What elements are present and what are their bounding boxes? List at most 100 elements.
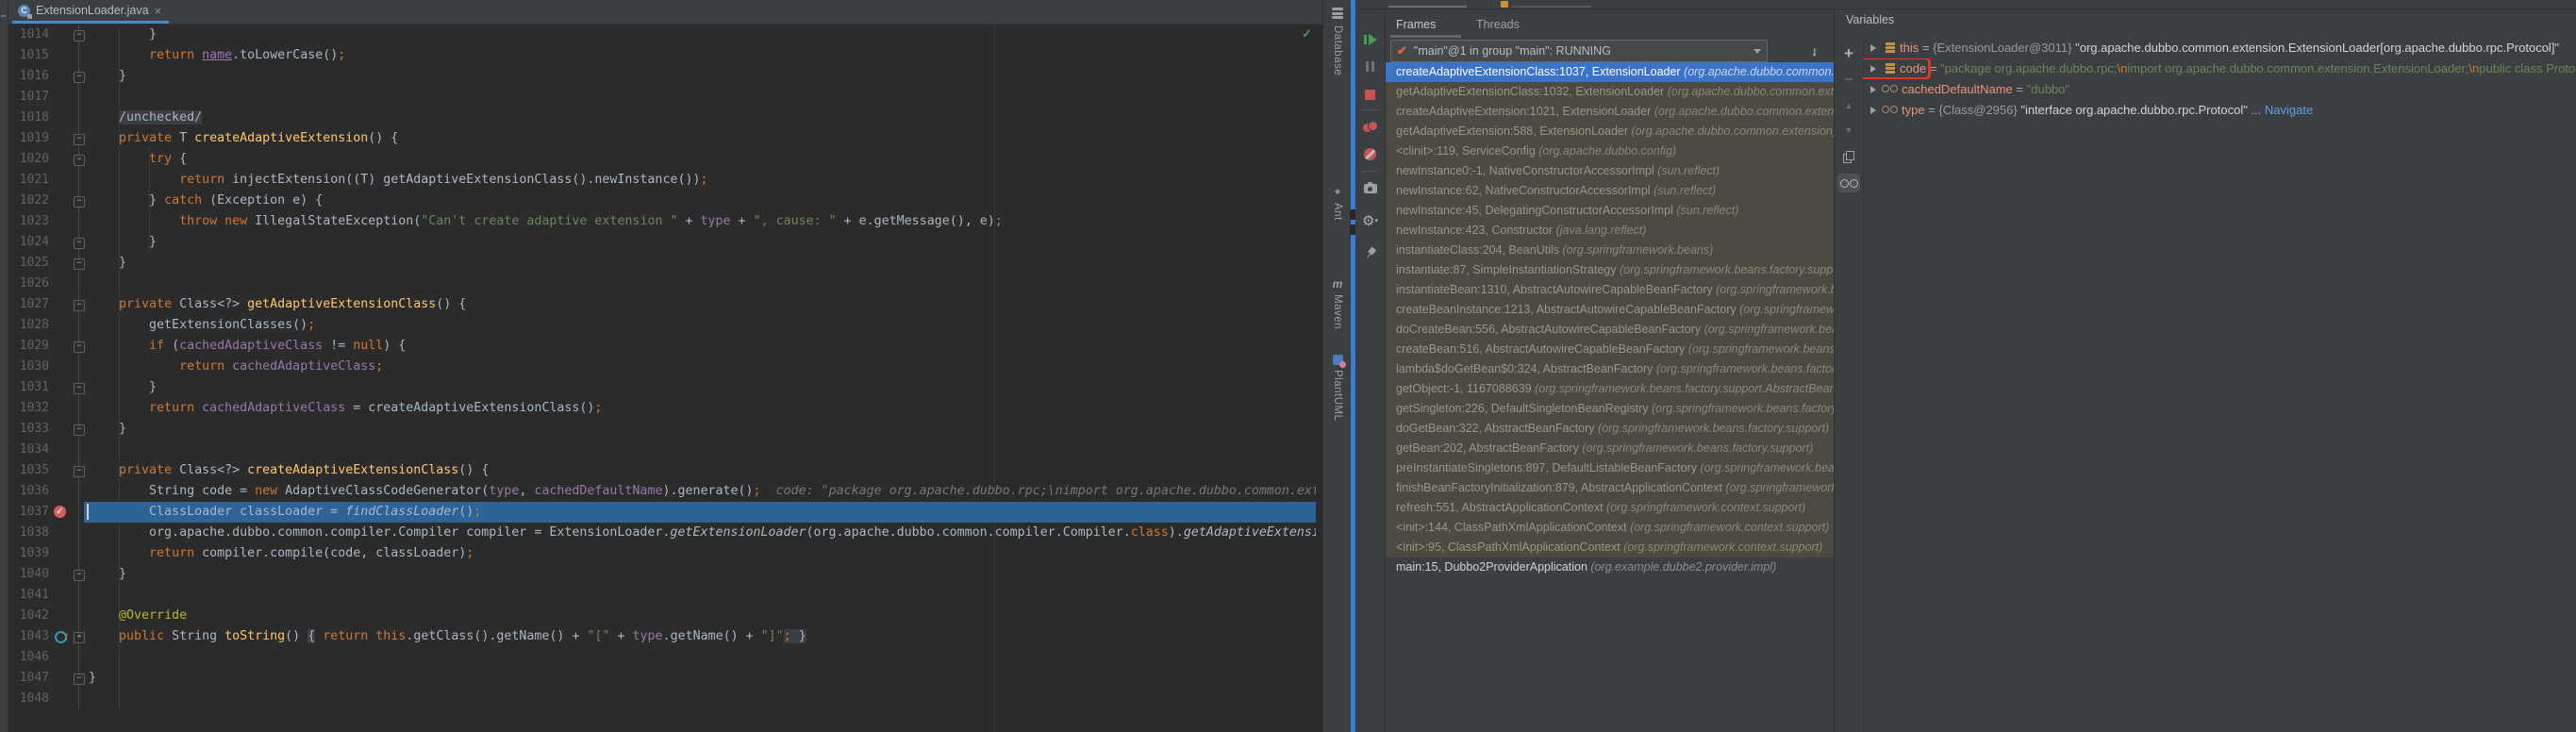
code-line[interactable]: org.apache.dubbo.common.compiler.Compile… — [89, 523, 1316, 543]
line-number[interactable]: 1043 — [8, 626, 49, 647]
fold-collapse-icon[interactable]: − — [74, 134, 85, 145]
line-number[interactable]: 1031 — [8, 377, 49, 398]
code-line[interactable]: private T createAdaptiveExtension() { — [89, 128, 398, 149]
line-number[interactable]: 1026 — [8, 274, 49, 294]
line-number[interactable]: 1017 — [8, 87, 49, 108]
pin-button[interactable] — [1355, 241, 1385, 264]
code-line[interactable]: throw new IllegalStateException("Can't c… — [89, 211, 1003, 232]
stack-frame-row[interactable]: <init>:144, ClassPathXmlApplicationConte… — [1386, 518, 1834, 538]
line-number[interactable]: 1041 — [8, 585, 49, 606]
line-number[interactable]: 1035 — [8, 460, 49, 481]
code-line[interactable]: return name.toLowerCase(); — [89, 45, 345, 66]
variable-row[interactable]: this = {ExtensionLoader@3011} "org.apach… — [1863, 38, 2576, 58]
code-line[interactable]: private Class<?> createAdaptiveExtension… — [89, 460, 489, 481]
fold-collapse-icon[interactable]: − — [74, 466, 85, 477]
expand-arrow-icon[interactable] — [1870, 86, 1876, 93]
line-number[interactable]: 1048 — [8, 689, 49, 709]
line-number[interactable]: 1025 — [8, 253, 49, 274]
fold-collapse-icon[interactable]: − — [74, 341, 85, 353]
line-number[interactable]: 1014 — [8, 25, 49, 45]
line-number[interactable]: 1024 — [8, 232, 49, 253]
code-line[interactable]: @Override — [89, 606, 187, 626]
stack-frame-row[interactable]: createBeanInstance:1213, AbstractAutowir… — [1386, 300, 1834, 320]
stack-frame-row[interactable]: createAdaptiveExtensionClass:1037, Exten… — [1386, 62, 1834, 82]
resume-button[interactable] — [1355, 28, 1385, 51]
code-line[interactable]: String code = new AdaptiveClassCodeGener… — [89, 481, 1316, 502]
expand-arrow-icon[interactable] — [1870, 107, 1876, 114]
code-line[interactable]: if (cachedAdaptiveClass != null) { — [89, 336, 406, 357]
tool-window-button-database[interactable]: Database — [1323, 8, 1352, 75]
line-number[interactable]: 1034 — [8, 440, 49, 460]
code-line[interactable]: } — [89, 668, 96, 689]
thread-selector[interactable]: ✔ "main"@1 in group "main": RUNNING — [1390, 40, 1768, 62]
code-line[interactable]: } — [89, 377, 157, 398]
code-line[interactable]: ClassLoader classLoader = findClassLoade… — [89, 502, 481, 523]
pause-button[interactable] — [1355, 55, 1385, 77]
code-line[interactable]: } — [89, 419, 126, 440]
fold-collapse-icon[interactable]: − — [74, 300, 85, 311]
close-tab-icon[interactable]: × — [155, 5, 162, 17]
code-line[interactable]: try { — [89, 149, 187, 170]
tab-threads[interactable]: Threads — [1476, 14, 1520, 35]
fold-collapse-icon[interactable]: − — [74, 258, 85, 270]
code-editor[interactable]: 1014 − } 1015 return name.toLowerCase(); 10… — [8, 25, 1316, 732]
line-number[interactable]: 1028 — [8, 315, 49, 336]
line-number[interactable]: 1036 — [8, 481, 49, 502]
duplicate-watch-button[interactable] — [1835, 145, 1863, 168]
tool-window-button-maven[interactable]: m Maven — [1323, 278, 1352, 329]
code-line[interactable]: public String toString() { return this.g… — [89, 626, 806, 647]
tab-extensionloader-java[interactable]: C ExtensionLoader.java × — [12, 0, 170, 24]
line-number[interactable]: 1039 — [8, 543, 49, 564]
code-line[interactable]: return cachedAdaptiveClass; — [89, 357, 383, 377]
variable-row[interactable]: code = "package org.apache.dubbo.rpc;\ni… — [1863, 58, 2576, 79]
mute-breakpoints-button[interactable] — [1355, 142, 1385, 165]
line-number[interactable]: 1029 — [8, 336, 49, 357]
stack-frame-row[interactable]: createAdaptiveExtension:1021, ExtensionL… — [1386, 102, 1834, 122]
fold-collapse-icon[interactable]: − — [74, 155, 85, 166]
stack-frame-row[interactable]: getAdaptiveExtensionClass:1032, Extensio… — [1386, 82, 1834, 102]
fold-expand-icon[interactable]: + — [74, 632, 85, 643]
expand-arrow-icon[interactable] — [1870, 44, 1876, 52]
code-line[interactable]: private Class<?> getAdaptiveExtensionCla… — [89, 294, 466, 315]
code-line[interactable]: getExtensionClasses(); — [89, 315, 315, 336]
fold-collapse-icon[interactable]: − — [74, 424, 85, 436]
expand-arrow-icon[interactable] — [1870, 65, 1876, 73]
stack-frame-row[interactable]: newInstance0:-1, NativeConstructorAccess… — [1386, 161, 1834, 181]
stack-frame-row[interactable]: <clinit>:119, ServiceConfig (org.apache.… — [1386, 141, 1834, 161]
stack-frame-row[interactable]: instantiateBean:1310, AbstractAutowireCa… — [1386, 280, 1834, 300]
stack-frame-row[interactable]: doGetBean:322, AbstractBeanFactory (org.… — [1386, 419, 1834, 439]
remove-watch-button[interactable]: − — [1835, 68, 1863, 91]
left-tool-stripe[interactable] — [0, 0, 8, 732]
move-watch-down-button[interactable]: ▼ — [1835, 119, 1863, 141]
fold-collapse-icon[interactable]: − — [74, 238, 85, 249]
code-line[interactable]: } — [89, 66, 126, 87]
add-watch-button[interactable]: + — [1835, 42, 1863, 64]
line-number[interactable]: 1038 — [8, 523, 49, 543]
stack-frame-row[interactable]: instantiate:87, SimpleInstantiationStrat… — [1386, 260, 1834, 280]
line-number[interactable]: 1023 — [8, 211, 49, 232]
stack-frame-row[interactable]: newInstance:45, DelegatingConstructorAcc… — [1386, 201, 1834, 221]
inspection-ok-icon[interactable]: ✓ — [1302, 26, 1312, 42]
line-number[interactable]: 1016 — [8, 66, 49, 87]
show-watches-toggle[interactable] — [1835, 172, 1863, 194]
line-number[interactable]: 1015 — [8, 45, 49, 66]
line-number[interactable]: 1021 — [8, 170, 49, 191]
stack-frame-row[interactable]: doCreateBean:556, AbstractAutowireCapabl… — [1386, 320, 1834, 340]
settings-button[interactable]: ⚙ — [1355, 209, 1385, 232]
code-line[interactable]: return cachedAdaptiveClass = createAdapt… — [89, 398, 602, 419]
stack-frame-row[interactable]: getBean:202, AbstractBeanFactory (org.sp… — [1386, 439, 1834, 458]
code-line[interactable]: return injectExtension((T) getAdaptiveEx… — [89, 170, 707, 191]
tab-frames[interactable]: Frames — [1396, 14, 1436, 35]
line-number[interactable]: 1032 — [8, 398, 49, 419]
code-line[interactable]: /unchecked/ — [89, 108, 203, 128]
line-number[interactable]: 1030 — [8, 357, 49, 377]
stack-frame-row[interactable]: newInstance:62, NativeConstructorAccesso… — [1386, 181, 1834, 201]
stack-frame-row[interactable]: main:15, Dubbo2ProviderApplication (org.… — [1386, 557, 1834, 577]
line-number[interactable]: 1019 — [8, 128, 49, 149]
screenshot-button[interactable] — [1355, 177, 1385, 200]
stack-frame-row[interactable]: preInstantiateSingletons:897, DefaultLis… — [1386, 458, 1834, 478]
code-line[interactable]: return compiler.compile(code, classLoade… — [89, 543, 474, 564]
code-line[interactable]: } — [89, 25, 157, 45]
stack-frame-row[interactable]: instantiateClass:204, BeanUtils (org.spr… — [1386, 241, 1834, 260]
code-line[interactable]: } catch (Exception e) { — [89, 191, 323, 211]
